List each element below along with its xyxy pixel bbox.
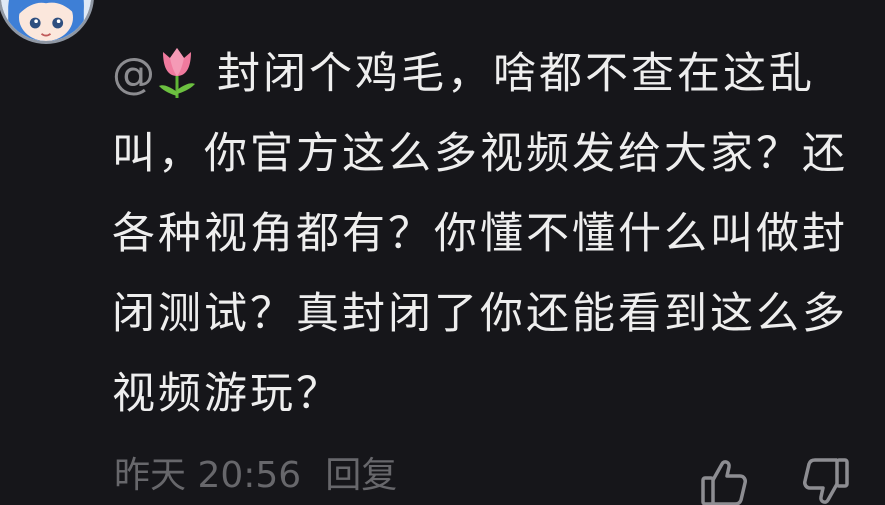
comment-footer: 昨天 20:56 回复 xyxy=(114,458,397,494)
thumbs-up-icon xyxy=(701,460,747,505)
avatar-icon xyxy=(1,0,91,41)
comment-timestamp: 昨天 20:56 xyxy=(114,455,302,496)
comment-text: @ 封闭个鸡毛，啥都不查在这乱叫，你官方这么多视频发给大家？还各种视角都有？你懂… xyxy=(112,34,872,434)
tulip-emoji-icon xyxy=(159,48,195,98)
dislike-button[interactable] xyxy=(800,456,852,505)
thumbs-down-icon xyxy=(803,458,849,504)
comment-body: 封闭个鸡毛，啥都不查在这乱叫，你官方这么多视频发给大家？还各种视角都有？你懂不懂… xyxy=(112,49,848,419)
like-button[interactable] xyxy=(698,456,750,505)
comment-item: @ 封闭个鸡毛，啥都不查在这乱叫，你官方这么多视频发给大家？还各种视角都有？你懂… xyxy=(0,0,885,505)
avatar[interactable] xyxy=(0,0,94,44)
reply-button[interactable]: 回复 xyxy=(325,455,397,496)
mention-prefix[interactable]: @ xyxy=(112,49,155,99)
